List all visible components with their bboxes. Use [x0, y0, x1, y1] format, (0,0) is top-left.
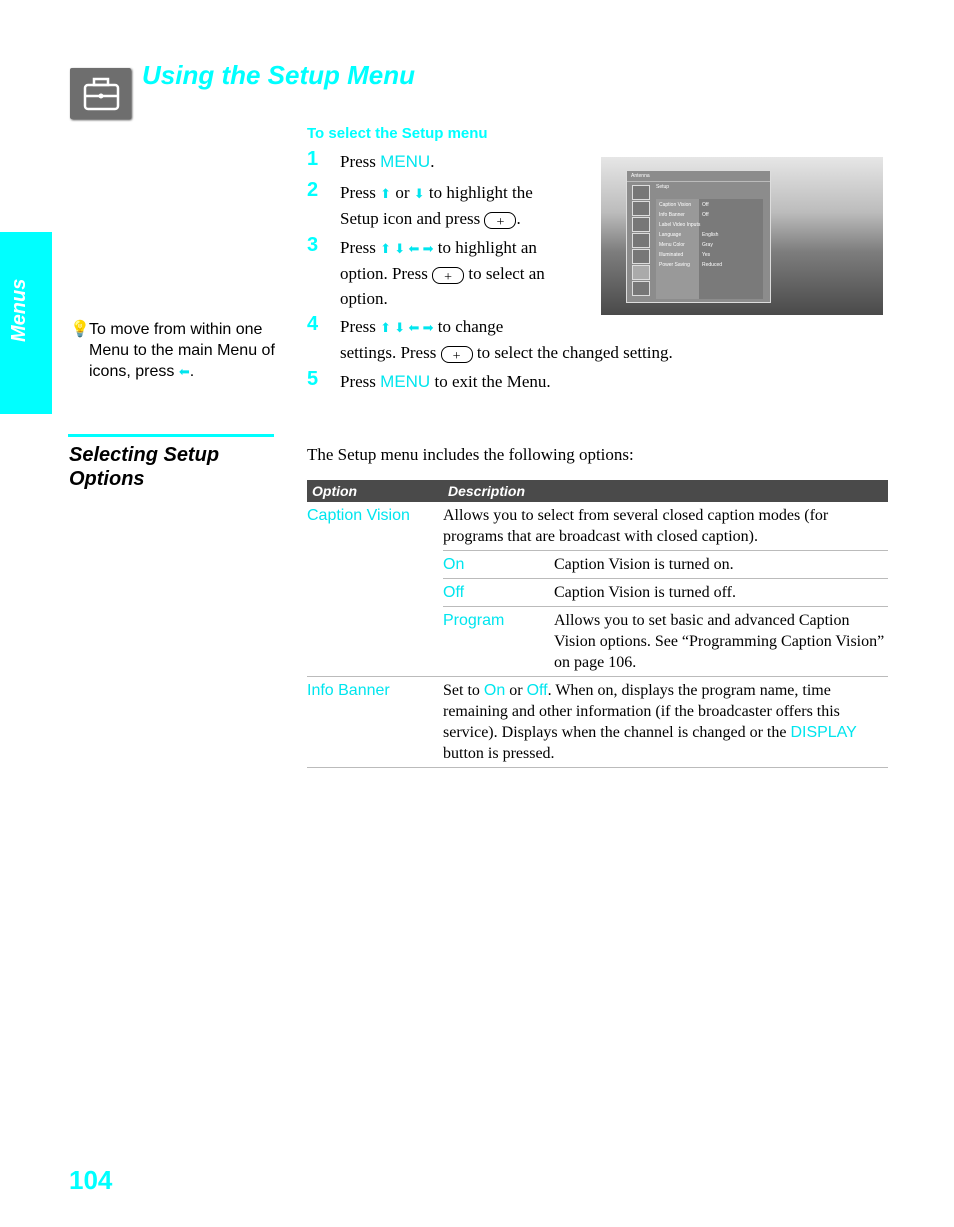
- option-desc: Allows you to select from several closed…: [443, 502, 888, 551]
- step-3: Press ⬆ ⬇ ⬅ ➡ to highlight an option. Pre…: [340, 235, 545, 311]
- step-4: Press ⬆ ⬇ ⬅ ➡ to changesettings. Press t…: [340, 314, 673, 369]
- step-number: 5: [307, 368, 319, 390]
- option-caption-vision: Caption Vision: [307, 502, 443, 677]
- sub-desc: Allows you to set basic and advanced Cap…: [554, 606, 888, 677]
- page-number: 104: [69, 1165, 113, 1195]
- sub-option: On: [443, 550, 554, 579]
- tv-screenshot: Antenna Setup Caption Vision Off Info Ban…: [601, 157, 883, 315]
- arrows-icon: ⬆ ⬇ ⬅ ➡: [380, 241, 434, 256]
- step-1: Press MENU.: [340, 152, 435, 171]
- step-number: 4: [307, 313, 319, 335]
- left-arrow-icon: ⬅: [178, 364, 190, 379]
- header-option: Option: [307, 480, 443, 502]
- tip: 💡 To move from within one Menu to the mai…: [70, 321, 275, 380]
- sub-option: Program: [443, 606, 554, 677]
- sub-desc: Caption Vision is turned on.: [554, 550, 888, 579]
- sub-desc: Caption Vision is turned off.: [554, 578, 888, 607]
- sub-option: Off: [443, 578, 554, 607]
- section-title: Selecting Setup Options: [69, 444, 220, 490]
- step-number: 2: [307, 179, 319, 201]
- side-tab: Menus: [0, 232, 52, 414]
- subheading: To select the Setup menu: [307, 125, 488, 142]
- toolbox-icon: [70, 68, 131, 119]
- page: Using the Setup Menu Menus To select the…: [0, 0, 954, 1227]
- setup-osd: Antenna Setup Caption Vision Off Info Ban…: [626, 170, 771, 303]
- arrows-icon: ⬆ ⬇ ⬅ ➡: [380, 320, 434, 335]
- option-desc: Set to On or Off. When on, displays the …: [443, 676, 888, 768]
- intro-text: The Setup menu includes the following op…: [307, 445, 634, 464]
- section-rule: [68, 434, 274, 437]
- options-table: Option Description Caption Vision Allows y…: [307, 480, 888, 768]
- select-button-icon: [440, 344, 473, 369]
- lightbulb-icon: 💡: [70, 321, 90, 338]
- step-number: 3: [307, 234, 319, 256]
- step-5: Press MENU to exit the Menu.: [340, 372, 551, 391]
- header-description: Description: [443, 480, 888, 502]
- step-2: Press ⬆ or ⬇ to highlight the Setup icon …: [340, 180, 533, 235]
- side-tab-label: Menus: [8, 278, 30, 342]
- select-button-icon: [484, 210, 517, 235]
- select-button-icon: [432, 265, 465, 290]
- option-info-banner: Info Banner: [307, 676, 443, 768]
- step-number: 1: [307, 148, 319, 170]
- page-title: Using the Setup Menu: [142, 60, 415, 90]
- up-arrow-icon: ⬆: [380, 186, 392, 201]
- down-arrow-icon: ⬇: [413, 186, 425, 201]
